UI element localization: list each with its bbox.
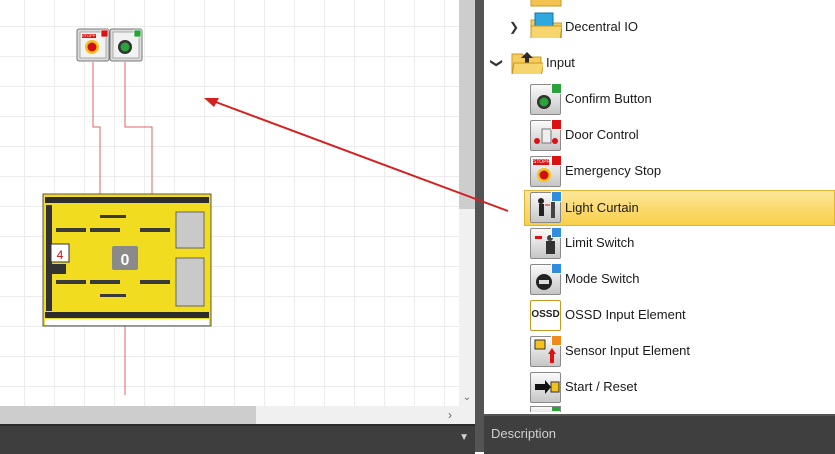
- tree-item-label: Light Curtain: [565, 200, 639, 215]
- tree-item-label: Limit Switch: [565, 235, 635, 250]
- wire-confirm: [124, 62, 153, 195]
- partial-item-icon: [530, 406, 561, 412]
- tree-item-light-curtain[interactable]: Light Curtain: [524, 190, 835, 226]
- tree-item-label: Mode Switch: [565, 271, 640, 286]
- tree-item-label: Door Control: [565, 127, 639, 142]
- folder-open-icon: [511, 52, 543, 74]
- door-control-icon: [530, 119, 562, 151]
- ossd-text: OSSD: [531, 309, 560, 320]
- panel-splitter[interactable]: [475, 0, 484, 452]
- tree-item-start-reset[interactable]: Start / Reset: [484, 370, 835, 406]
- scroll-down-arrow-icon[interactable]: ⌄: [459, 390, 475, 406]
- tree-item-label: OSSD Input Element: [565, 307, 686, 322]
- sensor-input-icon: [530, 335, 562, 367]
- tree-item-ossd-input-element[interactable]: OSSD OSSD Input Element: [484, 298, 835, 334]
- confirm-button-block[interactable]: [109, 28, 143, 62]
- module-left-display: 4: [57, 248, 64, 262]
- tree-item-sensor-input-element[interactable]: Sensor Input Element: [484, 334, 835, 370]
- tree-item-emergency-stop[interactable]: STOPP Emergency Stop: [484, 154, 835, 190]
- description-label: Description: [491, 426, 557, 441]
- stopp-text: STOPP: [82, 33, 96, 38]
- tree-item-confirm-button[interactable]: Confirm Button: [484, 82, 835, 118]
- tree-item-decentral-io[interactable]: ❯ Decentral IO: [484, 10, 835, 46]
- canvas-bottom-bar: ▼: [0, 424, 475, 454]
- chevron-down-icon[interactable]: ❯: [490, 58, 504, 68]
- wire-stop: [92, 62, 101, 195]
- folder-icon: [530, 0, 562, 7]
- diagram-svg: STOPP 0 4: [42, 28, 212, 395]
- tree-item-label: Input: [546, 55, 575, 70]
- emergency-stop-icon: STOPP: [530, 155, 562, 187]
- tree-item-door-control[interactable]: Door Control: [484, 118, 835, 154]
- chevron-right-icon[interactable]: ❯: [509, 20, 519, 34]
- light-curtain-icon: [530, 191, 562, 223]
- element-tree-panel: ❯ Decentral IO ❯ Input Confirm Button Do…: [484, 0, 835, 412]
- tree-item-label: Decentral IO: [565, 19, 638, 34]
- horizontal-scroll-thumb[interactable]: [0, 406, 256, 424]
- tree-item-input[interactable]: ❯ Input: [484, 46, 835, 82]
- description-panel: Description: [484, 414, 835, 454]
- diagram-canvas[interactable]: STOPP 0 4: [0, 0, 459, 406]
- ossd-icon: OSSD: [530, 300, 561, 331]
- scroll-right-arrow-icon[interactable]: ›: [441, 406, 459, 424]
- start-reset-icon: [530, 372, 561, 403]
- tree-item-limit-switch[interactable]: Limit Switch: [484, 226, 835, 262]
- mode-switch-icon: [530, 263, 562, 295]
- dropdown-caret-icon[interactable]: ▼: [459, 432, 469, 443]
- folder-icon: [530, 12, 562, 38]
- scroll-corner: [459, 406, 475, 424]
- module-display: 0: [121, 252, 130, 269]
- confirm-button-icon: [530, 83, 562, 115]
- limit-switch-icon: [530, 227, 562, 259]
- vertical-scroll-track[interactable]: [459, 209, 475, 406]
- tree-item-label: Emergency Stop: [565, 163, 662, 178]
- vertical-scroll-thumb[interactable]: [459, 0, 475, 209]
- tree-item-label: Confirm Button: [565, 91, 652, 106]
- tree-item-label: Sensor Input Element: [565, 343, 691, 358]
- tree-item-mode-switch[interactable]: Mode Switch: [484, 262, 835, 298]
- stopp-label: STOPP: [533, 159, 550, 165]
- tree-item-label: Start / Reset: [565, 379, 638, 394]
